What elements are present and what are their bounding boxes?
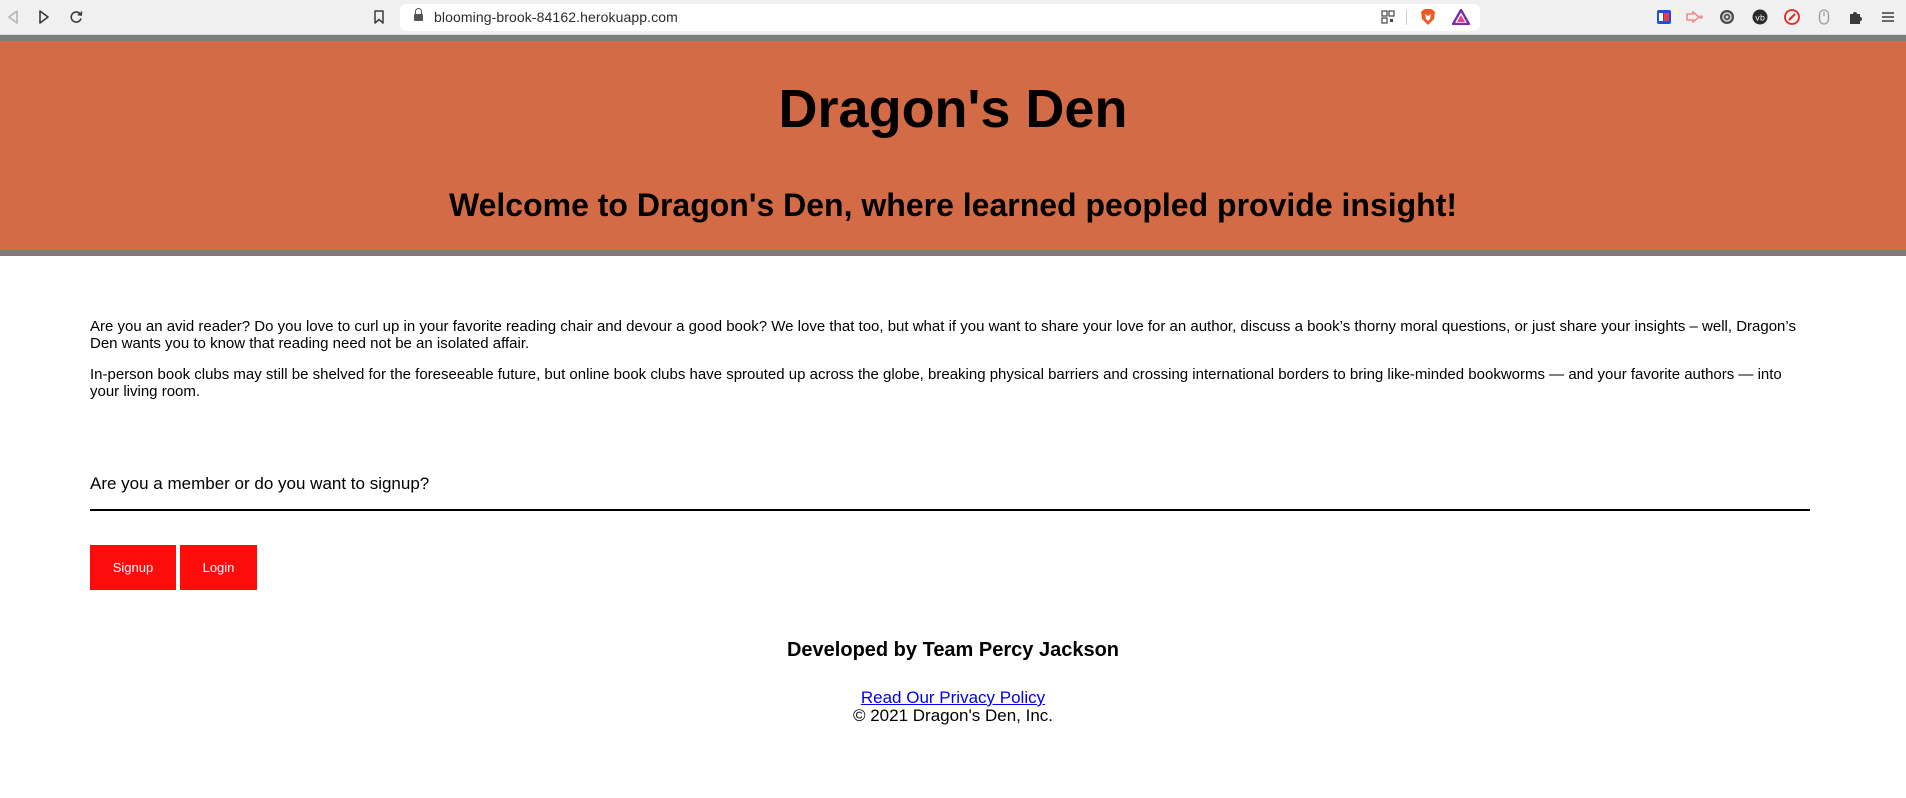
login-button[interactable]: Login [180,545,257,590]
extension-5-icon[interactable] [1783,8,1801,26]
developer-credit: Developed by Team Percy Jackson [786,639,1119,661]
intro-section: Are you an avid reader? Do you love to c… [90,318,1810,414]
menu-icon[interactable] [1879,8,1897,26]
puzzle-icon[interactable] [1847,8,1865,26]
reload-icon[interactable] [65,6,87,28]
privacy-policy-link[interactable]: Read Our Privacy Policy [861,688,1045,707]
brave-shield-icon[interactable] [1419,8,1437,26]
lock-icon [414,8,423,23]
site-header: Dragon's Den Welcome to Dragon's Den, wh… [0,35,1906,256]
page-title: Dragon's Den [778,79,1128,139]
url-separator [1406,10,1407,25]
copyright: © 2021 Dragon's Den, Inc. [852,706,1054,725]
extension-6-icon[interactable] [1815,8,1833,26]
url-text[interactable]: blooming-brook-84162.herokuapp.com [434,9,678,25]
extension-4-icon[interactable]: vb [1751,8,1769,26]
intro-paragraph: In-person book clubs may still be shelve… [90,366,1782,400]
extension-1-icon[interactable] [1655,8,1673,26]
extension-3-icon[interactable] [1718,8,1736,26]
intro-paragraph: Are you an avid reader? Do you love to c… [90,318,1796,352]
signup-button[interactable]: Signup [90,545,176,590]
back-icon[interactable] [2,6,24,28]
qr-icon[interactable] [1379,8,1397,26]
address-bar[interactable]: blooming-brook-84162.herokuapp.com [400,4,1480,31]
page-subtitle: Welcome to Dragon's Den, where learned p… [448,187,1458,223]
bookmark-icon[interactable] [368,6,390,28]
divider [90,509,1810,511]
extension-2-icon[interactable] [1686,8,1704,26]
play-icon[interactable] [33,6,55,28]
member-question: Are you a member or do you want to signu… [90,474,430,493]
brave-rewards-icon[interactable] [1452,8,1470,26]
svg-text:vb: vb [1755,14,1765,23]
browser-toolbar: blooming-brook-84162.herokuapp.com vb [0,0,1906,35]
privacy-line: Read Our Privacy Policy [0,688,1906,708]
